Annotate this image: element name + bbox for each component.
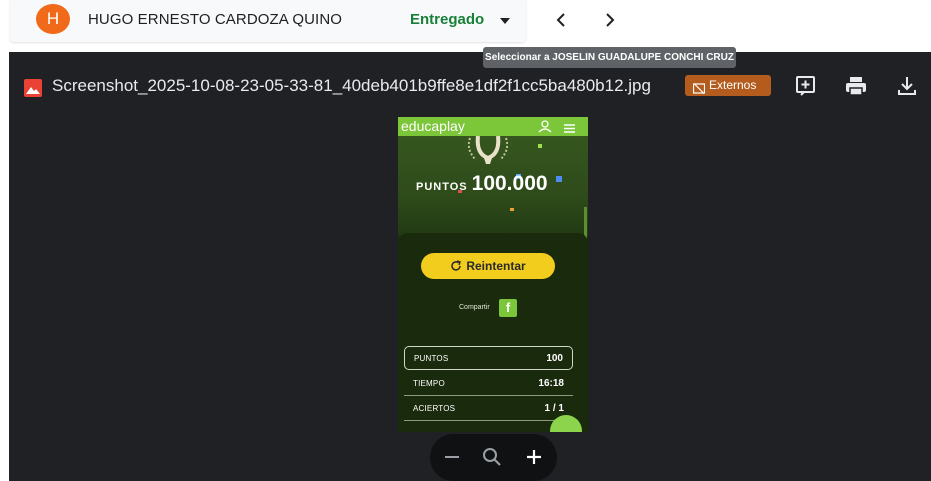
refresh-icon <box>450 255 462 271</box>
download-icon[interactable] <box>896 75 918 97</box>
zoom-out-icon[interactable] <box>441 446 463 468</box>
results-hero: PUNTOS 100.000 <box>398 135 588 236</box>
facebook-icon: f <box>499 299 517 317</box>
hero-points: PUNTOS 100.000 <box>416 172 548 195</box>
status-badge: Entregado <box>410 11 485 28</box>
badge-label: Externos <box>709 78 757 92</box>
no-share-icon <box>692 80 706 94</box>
zoom-in-icon[interactable] <box>523 446 545 468</box>
confetti-piece <box>510 208 514 211</box>
confetti-piece <box>556 176 562 182</box>
caret-down-icon[interactable] <box>495 12 515 30</box>
image-file-icon <box>24 79 42 97</box>
student-name: HUGO ERNESTO CARDOZA QUINO <box>88 11 343 28</box>
zoom-reset-icon[interactable] <box>481 446 503 468</box>
print-icon[interactable] <box>845 75 867 97</box>
menu-icon <box>564 121 575 133</box>
file-name: Screenshot_2025-10-08-23-05-33-81_40deb4… <box>52 76 651 95</box>
chevron-left-icon[interactable] <box>550 8 574 32</box>
educaplay-logo: educaplay <box>401 118 465 134</box>
zoom-controls <box>430 434 557 481</box>
retry-button: Reintentar <box>421 253 555 279</box>
trophy-icon <box>456 135 520 166</box>
user-icon <box>538 120 552 133</box>
share-label: Compartir <box>459 304 490 311</box>
chevron-right-icon[interactable] <box>597 8 621 32</box>
tooltip: Seleccionar a JOSELIN GUADALUPE CONCHI C… <box>483 47 736 68</box>
screenshot-preview: educaplay PUNTOS 100.000 Reintentar Comp… <box>398 117 588 432</box>
externos-badge[interactable]: Externos <box>685 75 771 96</box>
add-comment-icon[interactable] <box>795 75 817 97</box>
stat-row-time: TIEMPO 16:18 <box>404 372 573 396</box>
stat-row-hits: ACIERTOS 1 / 1 <box>404 397 573 421</box>
student-bar: H HUGO ERNESTO CARDOZA QUINO Entregado <box>0 0 931 52</box>
confetti-piece <box>538 144 542 148</box>
avatar: H <box>36 4 70 34</box>
educaplay-header: educaplay <box>398 117 588 136</box>
file-viewer: Screenshot_2025-10-08-23-05-33-81_40deb4… <box>9 52 931 481</box>
stat-row-points: PUNTOS 100 <box>404 346 573 370</box>
results-panel: Reintentar Compartir f PUNTOS 100 TIEMPO… <box>398 233 588 432</box>
student-selector[interactable]: H HUGO ERNESTO CARDOZA QUINO Entregado <box>10 0 526 42</box>
